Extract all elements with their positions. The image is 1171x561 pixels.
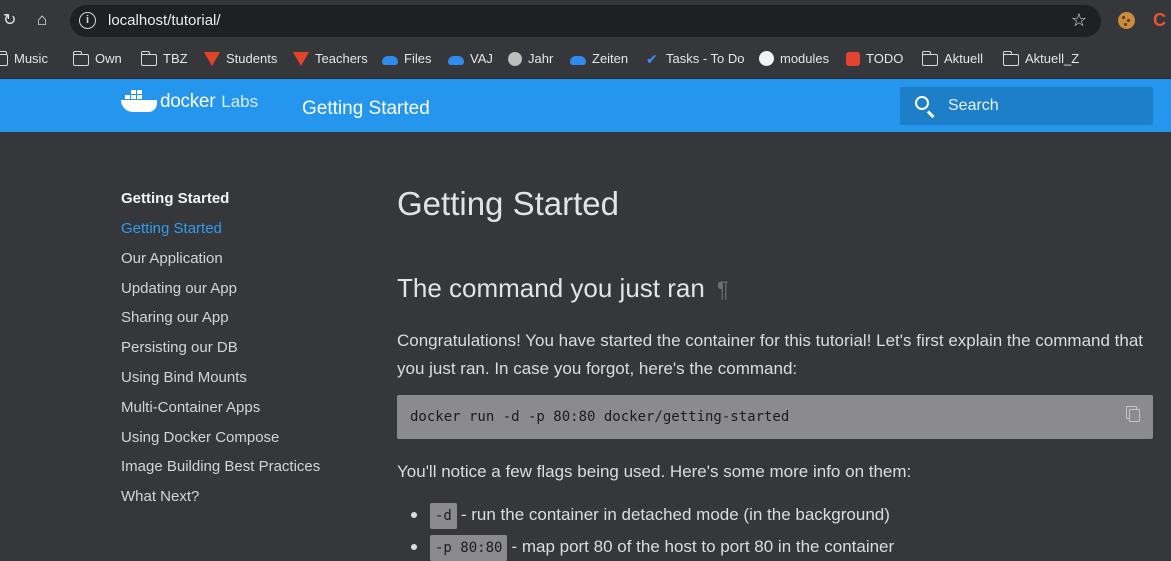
bookmark-files[interactable]: Files	[382, 51, 431, 66]
bookmark-aktuell-z[interactable]: Aktuell_Z	[1002, 50, 1080, 66]
sidebar-item-using-bind-mounts[interactable]: Using Bind Mounts	[121, 368, 361, 398]
bookmark-label: Tasks - To Do	[666, 51, 745, 66]
folder-icon	[72, 50, 89, 66]
sidebar-item-updating-our-app[interactable]: Updating our App	[121, 279, 361, 309]
todoist-icon	[846, 51, 860, 66]
bookmark-label: Files	[404, 51, 432, 66]
github-icon	[759, 51, 774, 66]
home-icon[interactable]: ⌂	[37, 11, 47, 28]
onedrive-icon	[570, 56, 586, 65]
onedrive-icon	[448, 56, 464, 65]
bookmark-music[interactable]: Music	[0, 50, 48, 66]
bookmark-label: TODO	[866, 51, 904, 66]
docker-labs-logo[interactable]: docker Labs	[121, 90, 259, 113]
extension-icon[interactable]: C	[1153, 10, 1166, 31]
site-header: docker Labs Getting Started	[0, 79, 1171, 132]
flags-list: -d - run the container in detached mode (…	[397, 503, 1157, 561]
search-input[interactable]	[948, 96, 1138, 116]
command-text: docker run -d -p 80:80 docker/getting-st…	[410, 409, 790, 425]
header-title: Getting Started	[302, 98, 430, 119]
logo-labs-text: Labs	[221, 92, 259, 111]
flags-paragraph: You'll notice a few flags being used. He…	[397, 462, 912, 481]
folder-icon	[1002, 50, 1019, 66]
bookmark-label: modules	[780, 51, 830, 66]
sidebar-nav: Getting Started Getting Started Our Appl…	[121, 190, 361, 517]
sidebar-item-persisting-our-db[interactable]: Persisting our DB	[121, 338, 361, 368]
bookmark-star-icon[interactable]: ☆	[1071, 10, 1087, 31]
url-text[interactable]: localhost/tutorial/	[108, 12, 221, 29]
bookmark-modules[interactable]: modules	[759, 51, 829, 66]
bookmark-tbz[interactable]: TBZ	[140, 50, 188, 66]
page-title: Getting Started	[397, 185, 619, 222]
search-icon	[915, 96, 929, 110]
reload-icon[interactable]: ↻	[3, 13, 16, 29]
folder-icon	[0, 50, 8, 66]
sidebar-item-multi-container-apps[interactable]: Multi-Container Apps	[121, 398, 361, 428]
docker-whale-icon	[121, 90, 157, 113]
intro-paragraph: Congratulations! You have started the co…	[397, 331, 1144, 378]
bookmark-jahr[interactable]: Jahr	[508, 51, 553, 66]
folder-icon	[921, 50, 938, 66]
bookmark-tasks[interactable]: ✔ Tasks - To Do	[646, 51, 745, 66]
sidebar-heading: Getting Started	[121, 190, 230, 207]
section-heading-text: The command you just ran	[397, 273, 705, 303]
sidebar-item-our-application[interactable]: Our Application	[121, 249, 361, 279]
sidebar-item-what-next[interactable]: What Next?	[121, 487, 361, 517]
bookmark-label: TBZ	[163, 51, 188, 66]
sidebar-item-getting-started[interactable]: Getting Started	[121, 219, 361, 249]
list-item: -d - run the container in detached mode (…	[397, 503, 1157, 535]
onedrive-icon	[382, 56, 398, 65]
flag-description: - map port 80 of the host to port 80 in …	[511, 537, 895, 556]
browser-toolbar: ↻ ⌂ i localhost/tutorial/ ☆ C	[0, 0, 1171, 43]
flag-code: -p 80:80	[430, 535, 508, 561]
bookmark-label: Aktuell	[944, 51, 984, 66]
check-icon: ✔	[646, 50, 658, 67]
bookmark-aktuell[interactable]: Aktuell	[921, 50, 984, 66]
sidebar-item-sharing-our-app[interactable]: Sharing our App	[121, 308, 361, 338]
bookmark-label: Jahr	[528, 51, 554, 66]
gitlab-icon	[293, 51, 309, 66]
sidebar-item-using-docker-compose[interactable]: Using Docker Compose	[121, 428, 361, 458]
main-content: Getting Started The command you just ran…	[397, 185, 1157, 561]
bookmark-label: Aktuell_Z	[1025, 51, 1080, 66]
bookmarks-bar: Music Own TBZ Students Teachers Files VA…	[0, 43, 1171, 79]
globe-icon	[508, 51, 522, 66]
bookmark-zeiten[interactable]: Zeiten	[570, 51, 628, 66]
permalink-icon[interactable]: ¶	[717, 277, 729, 302]
code-block: docker run -d -p 80:80 docker/getting-st…	[397, 395, 1153, 439]
bookmark-label: Own	[95, 51, 122, 66]
bookmark-teachers[interactable]: Teachers	[293, 51, 368, 66]
bookmark-label: Zeiten	[592, 51, 629, 66]
list-item: -p 80:80- map port 80 of the host to por…	[397, 535, 1157, 561]
flag-description: - run the container in detached mode (in…	[460, 505, 890, 524]
bookmark-students[interactable]: Students	[204, 51, 277, 66]
bookmark-label: Music	[14, 51, 48, 66]
cookie-extension-icon[interactable]	[1118, 12, 1135, 29]
site-info-icon[interactable]: i	[79, 12, 96, 29]
bookmark-label: Students	[226, 51, 278, 66]
sidebar-item-image-building-best-practices[interactable]: Image Building Best Practices	[121, 457, 361, 487]
bookmark-vaj[interactable]: VAJ	[448, 51, 493, 66]
logo-text: docker	[160, 91, 216, 112]
section-heading: The command you just ran ¶	[397, 273, 1157, 304]
bookmark-todo[interactable]: TODO	[846, 51, 903, 66]
flag-code: -d	[430, 503, 457, 529]
search-box[interactable]	[900, 87, 1153, 125]
folder-icon	[140, 50, 157, 66]
address-bar[interactable]: i localhost/tutorial/ ☆	[70, 5, 1101, 37]
bookmark-label: Teachers	[315, 51, 368, 66]
bookmark-own[interactable]: Own	[72, 50, 122, 66]
bookmark-label: VAJ	[470, 51, 493, 66]
gitlab-icon	[204, 51, 220, 66]
copy-icon[interactable]	[1126, 406, 1140, 422]
